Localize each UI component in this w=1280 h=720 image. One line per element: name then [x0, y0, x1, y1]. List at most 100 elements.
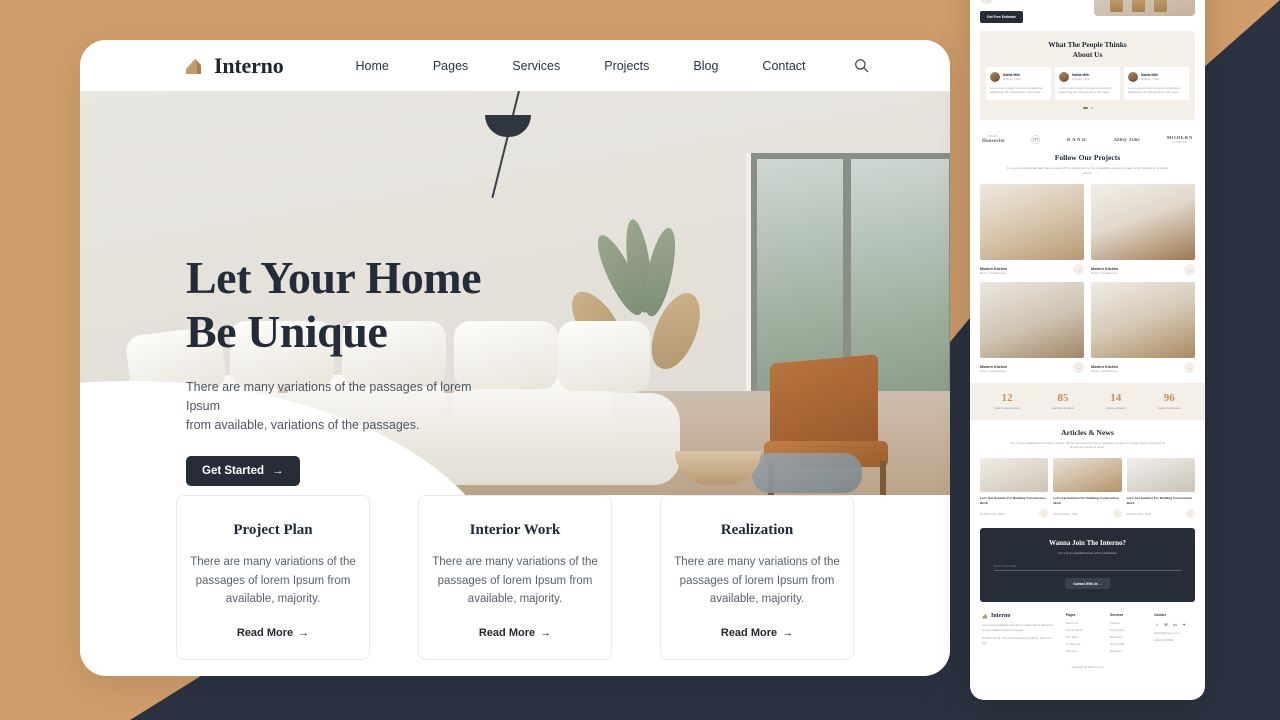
nav-item-services[interactable]: Services: [512, 59, 560, 73]
footer-link[interactable]: Our Team: [1066, 635, 1100, 639]
stat-value: 96: [1163, 391, 1175, 404]
feature-text: There are many variations of the passage…: [674, 556, 840, 606]
article-date: 26 December, 2022: [1126, 511, 1152, 516]
feature-text: There are many variations of the passage…: [190, 556, 356, 606]
article-card[interactable]: Let's Get Solution For Building Construc…: [980, 458, 1049, 519]
brand-logo[interactable]: Interno: [185, 53, 284, 79]
feature-read-more-link[interactable]: Read More →: [721, 627, 793, 639]
article-arrow-icon[interactable]: →: [1112, 509, 1122, 519]
cta-email-placeholder: Enter Your Email: [994, 564, 1017, 569]
screenshot-stage: Interno Home Pages Services Projects Blo…: [0, 0, 1280, 720]
feature-title: Project Plan: [233, 522, 313, 538]
testimonial-card[interactable]: Nattia Mith Sydney, USA Lorem ipsum dolo…: [1124, 66, 1189, 101]
star-icon[interactable]: ✦: [1181, 621, 1187, 627]
main-website-card: Interno Home Pages Services Projects Blo…: [80, 40, 950, 676]
carousel-dot[interactable]: [1090, 107, 1093, 110]
project-arrow-icon[interactable]: →: [1073, 263, 1084, 275]
project-card[interactable]: Modern Kitchen Decor / Architecture →: [980, 183, 1084, 275]
article-arrow-icon[interactable]: →: [1186, 509, 1195, 519]
preview-phone-row[interactable]: +962 123 6789 Call Us Anytime: [980, 0, 1088, 5]
project-card[interactable]: Modern Kitchen Decor / Architecture →: [1091, 281, 1195, 373]
footer-social-links: f ✉ in ✦: [1154, 621, 1188, 627]
footer-link[interactable]: Contact Us: [1066, 642, 1100, 646]
brand-name: Interno: [214, 52, 284, 78]
carousel-dot-active[interactable]: [1082, 107, 1088, 110]
article-card[interactable]: Let's Get Solution For Building Construc…: [1126, 458, 1195, 519]
search-button[interactable]: [854, 58, 869, 73]
linkedin-icon[interactable]: in: [1172, 621, 1178, 627]
facebook-icon[interactable]: f: [1154, 621, 1160, 627]
preview-stats-bar: 12 Year of experiences 85 Success projec…: [970, 382, 1205, 420]
footer-link[interactable]: About Us: [1066, 621, 1100, 625]
project-image: [980, 281, 1084, 358]
article-card[interactable]: Let's Get Solution For Building Construc…: [1053, 458, 1122, 519]
avatar: [990, 71, 1000, 82]
footer-link[interactable]: Living Area: [1110, 628, 1144, 632]
footer-brand-logo[interactable]: Interno: [982, 613, 1056, 619]
mail-icon[interactable]: ✉: [1163, 621, 1169, 627]
nav-item-blog[interactable]: Blog: [693, 59, 718, 73]
preview-footer: Interno It is a long established fact th…: [970, 602, 1205, 662]
cta-submit-button[interactable]: Contact With Us →: [1065, 578, 1110, 590]
footer-link[interactable]: Bedroom: [1110, 649, 1144, 653]
hero-title-line-2: Be Unique: [186, 306, 388, 358]
footer-brand-name: Interno: [991, 613, 1011, 620]
preview-testimonials-heading: What The People Thinks About Us: [986, 40, 1189, 59]
footer-copyright: Copyright @ 2022 Interno: [1071, 665, 1104, 670]
stat-item: 14 Active projects: [1106, 392, 1125, 410]
arrow-right-icon: →: [782, 626, 794, 639]
footer-column-heading: Pages: [1066, 613, 1076, 618]
house-logo-icon: [186, 59, 201, 74]
project-arrow-icon[interactable]: →: [1184, 361, 1195, 373]
brand-logo-name: Abbey Time: [1113, 137, 1140, 143]
project-arrow-icon[interactable]: →: [1184, 263, 1195, 275]
project-card[interactable]: Modern Kitchen Decor / Architecture →: [1091, 183, 1195, 275]
testimonial-card[interactable]: Nattia Mith Sydney, USA Lorem ipsum dolo…: [986, 66, 1051, 101]
preview-intro-section: We Create The Art Of Stylish Living Styl…: [970, 0, 1205, 31]
full-page-preview-panel[interactable]: We Create The Art Of Stylish Living Styl…: [970, 0, 1205, 700]
preview-brand-logos: BRAND Houserite ⓜ RAND Abbey Time MODERN…: [970, 128, 1205, 153]
hero-copy: Let Your Home Be Unique There are many v…: [186, 251, 506, 486]
footer-link[interactable]: Bathroom: [1110, 635, 1144, 639]
testimonial-card[interactable]: Nattia Mith Sydney, USA Lorem ipsum dolo…: [1055, 66, 1120, 101]
brand-logo-name: Houserite: [982, 139, 1005, 145]
project-card[interactable]: Modern Kitchen Decor / Architecture →: [980, 281, 1084, 373]
feature-card-project-plan[interactable]: Project Plan There are many variations o…: [176, 495, 370, 660]
project-arrow-icon[interactable]: →: [1073, 361, 1084, 373]
footer-phone[interactable]: (+91) 123 9999: [1154, 638, 1188, 642]
feature-read-more-link[interactable]: Read More →: [479, 627, 551, 639]
get-started-button[interactable]: Get Started →: [186, 455, 300, 486]
nav-item-home[interactable]: Home: [356, 59, 389, 73]
feature-cards: Project Plan There are many variations o…: [80, 495, 950, 660]
read-more-label: Read More: [478, 626, 536, 639]
footer-link[interactable]: Services: [1066, 649, 1100, 653]
preview-estimate-button[interactable]: Get Free Estimate: [980, 11, 1023, 24]
brand-logo-item: ⓜ: [1031, 133, 1040, 146]
feature-read-more-link[interactable]: Read More →: [237, 627, 309, 639]
search-icon: [854, 59, 868, 73]
feature-card-realization[interactable]: Realization There are many variations of…: [660, 495, 854, 660]
project-image: [980, 183, 1084, 260]
cta-submit-label: Contact With Us: [1073, 581, 1098, 586]
footer-link[interactable]: Kitchen: [1110, 621, 1144, 625]
stat-item: 96 Happy Customers: [1158, 392, 1181, 410]
arrow-right-icon: →: [1098, 581, 1102, 586]
site-navbar: Interno Home Pages Services Projects Blo…: [80, 40, 950, 91]
carousel-dots[interactable]: [986, 107, 1189, 110]
project-subtitle: Decor / Architecture: [1091, 270, 1118, 275]
footer-column-pages: Pages About Us Our Projects Our Team Con…: [1066, 613, 1100, 656]
cta-email-input[interactable]: Enter Your Email: [994, 562, 1181, 572]
footer-column-services: Services Kitchen Living Area Bathroom Di…: [1110, 613, 1144, 656]
stat-item: 85 Success projects: [1052, 392, 1074, 410]
nav-item-projects[interactable]: Projects: [604, 59, 649, 73]
preview-projects-heading: Follow Our Projects: [1054, 153, 1121, 163]
feature-card-interior-work[interactable]: Interior Work There are many variations …: [418, 495, 612, 660]
hero-section: Let Your Home Be Unique There are many v…: [80, 91, 950, 511]
feature-title: Realization: [720, 522, 794, 538]
footer-email[interactable]: admin@interno.com: [1154, 631, 1188, 635]
nav-item-contact[interactable]: Contact: [762, 59, 805, 73]
footer-link[interactable]: Our Projects: [1066, 628, 1100, 632]
article-arrow-icon[interactable]: →: [1039, 509, 1049, 519]
nav-item-pages[interactable]: Pages: [433, 59, 468, 73]
footer-link[interactable]: Dining Hall: [1110, 642, 1144, 646]
